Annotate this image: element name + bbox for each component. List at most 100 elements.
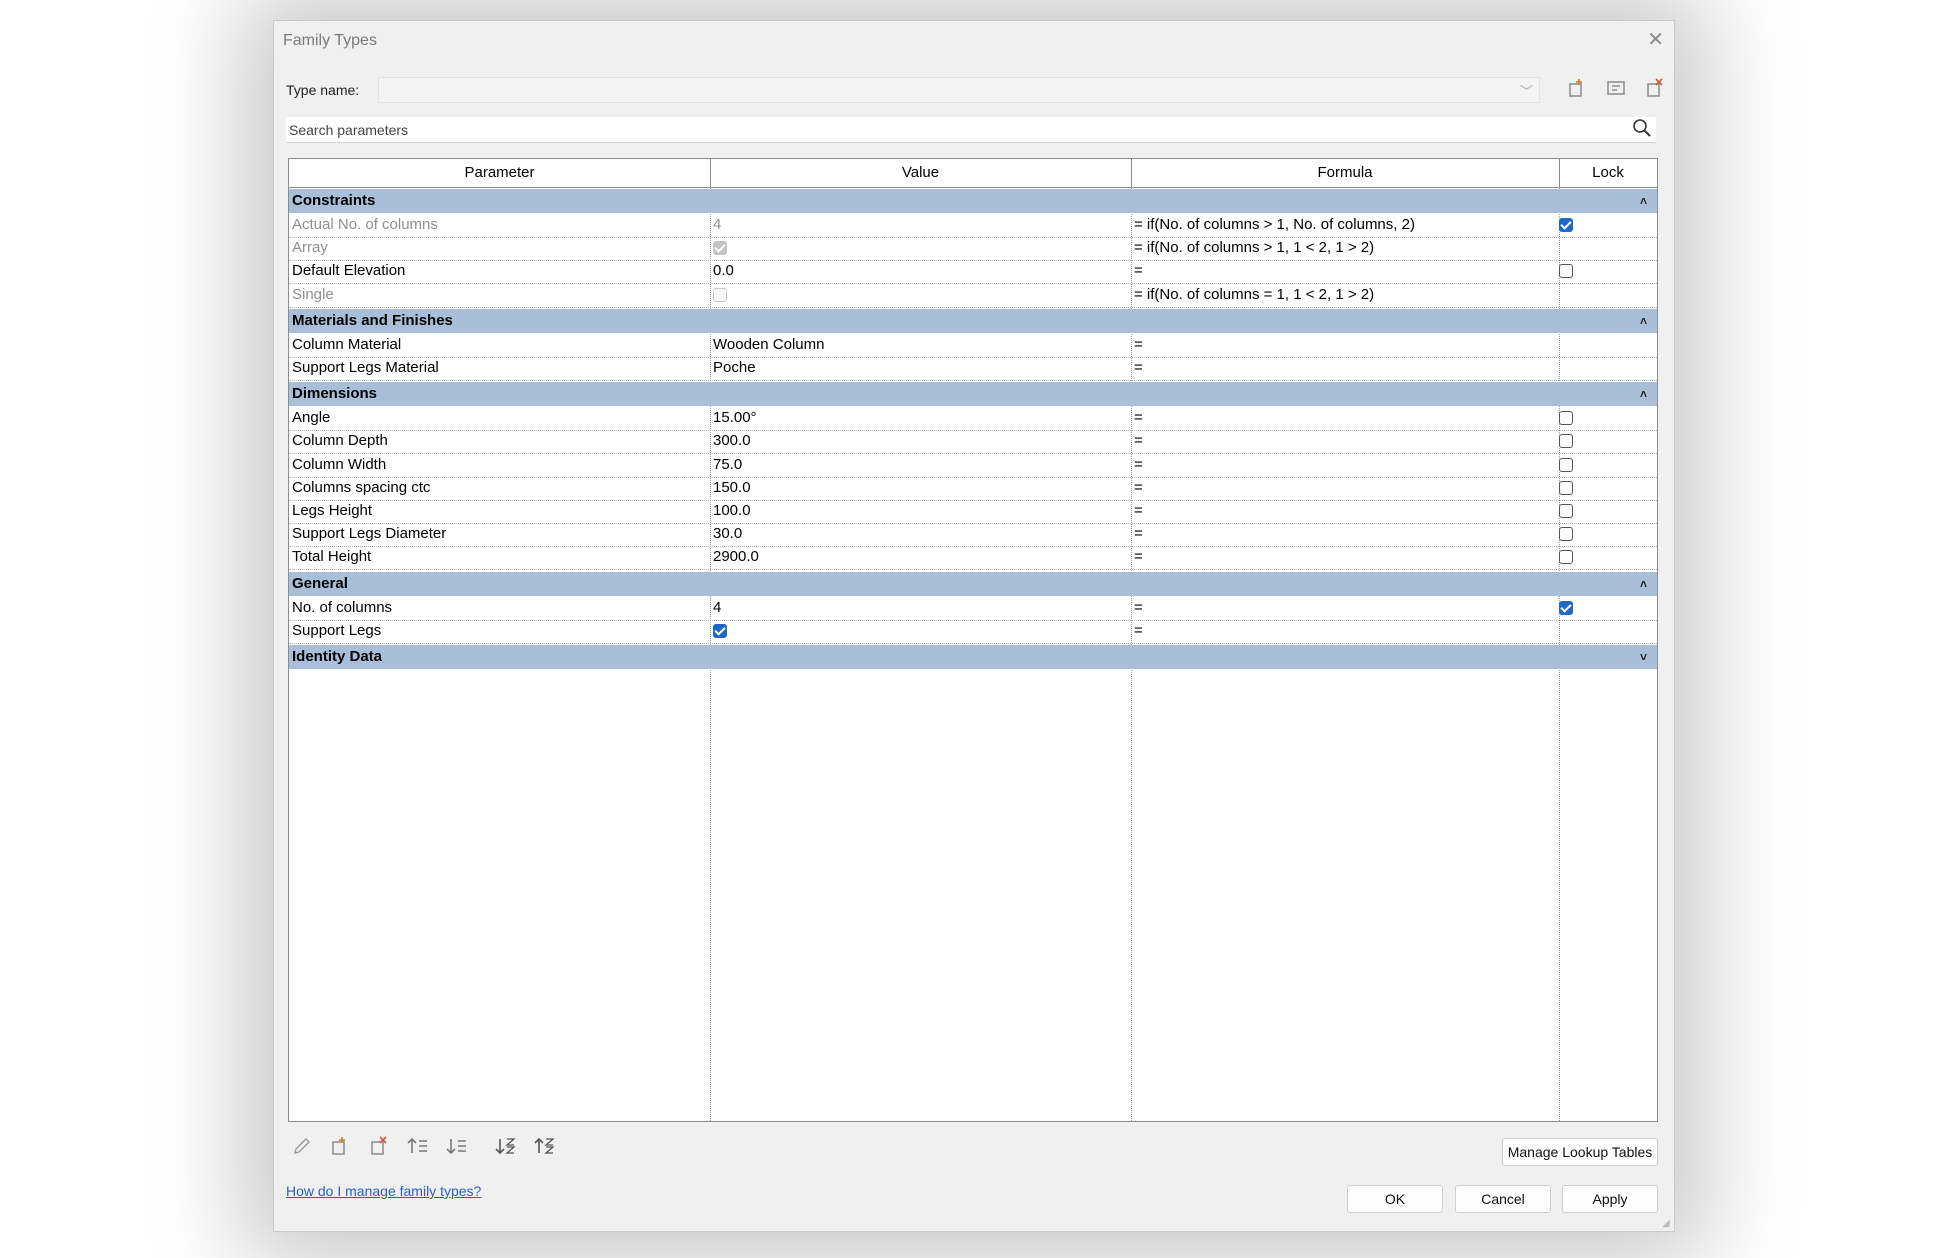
parameter-formula[interactable]: =	[1134, 334, 1554, 357]
search-parameters-field[interactable]	[286, 117, 1656, 143]
edit-pencil-icon[interactable]	[288, 1136, 316, 1164]
column-header-value[interactable]: Value	[710, 159, 1131, 187]
manage-lookup-tables-button[interactable]: Manage Lookup Tables	[1502, 1138, 1658, 1166]
parameter-row[interactable]: Columns spacing ctc 150.0 =	[289, 477, 1657, 501]
type-name-dropdown[interactable]: ﹀	[378, 77, 1540, 103]
parameter-value[interactable]: 150.0	[713, 477, 1128, 500]
parameter-row[interactable]: Legs Height 100.0 =	[289, 500, 1657, 524]
delete-parameter-icon[interactable]	[365, 1136, 393, 1164]
parameter-formula[interactable]: =	[1134, 357, 1554, 380]
parameter-row[interactable]: Array = if(No. of columns > 1, 1 < 2, 1 >…	[289, 237, 1657, 262]
group-header[interactable]: Identity Data ˅	[289, 645, 1657, 669]
parameter-value[interactable]: 100.0	[713, 500, 1128, 523]
parameter-row[interactable]: Support Legs Material Poche =	[289, 357, 1657, 381]
title-bar[interactable]: Family Types ✕	[274, 21, 1674, 61]
parameter-row[interactable]: Total Height 2900.0 =	[289, 546, 1657, 571]
column-header-lock[interactable]: Lock	[1559, 159, 1657, 187]
parameter-row[interactable]: Support Legs =	[289, 620, 1657, 644]
parameter-row[interactable]: Column Depth 300.0 =	[289, 430, 1657, 455]
parameter-name: Angle	[292, 409, 331, 427]
parameter-formula[interactable]: =	[1134, 477, 1554, 500]
parameter-value[interactable]: 2900.0	[713, 546, 1128, 569]
parameter-row[interactable]: Column Width 75.0 =	[289, 454, 1657, 478]
parameter-row[interactable]: Default Elevation 0.0 =	[289, 260, 1657, 285]
parameter-value[interactable]: Wooden Column	[713, 334, 1128, 357]
parameter-value[interactable]: 75.0	[713, 454, 1128, 477]
group-header[interactable]: General ˄	[289, 571, 1657, 596]
lock-checkbox[interactable]	[1559, 527, 1573, 542]
delete-type-icon[interactable]	[1642, 78, 1668, 102]
group-label: General	[292, 574, 348, 592]
lock-checkbox[interactable]	[1559, 434, 1573, 449]
move-up-icon[interactable]	[404, 1136, 432, 1164]
lock-cell	[1559, 334, 1639, 357]
lock-checkbox[interactable]	[1559, 218, 1573, 232]
apply-button[interactable]: Apply	[1562, 1185, 1658, 1213]
parameter-formula[interactable]: =	[1134, 546, 1554, 569]
ok-button[interactable]: OK	[1347, 1185, 1443, 1213]
cancel-button[interactable]: Cancel	[1455, 1185, 1551, 1213]
parameter-value[interactable]: 4	[713, 214, 1128, 237]
new-parameter-icon[interactable]	[326, 1136, 354, 1164]
search-icon[interactable]	[1632, 118, 1652, 142]
lock-checkbox[interactable]	[1559, 504, 1573, 518]
group-header[interactable]: Constraints ˄	[289, 189, 1657, 213]
group-header[interactable]: Dimensions ˄	[289, 382, 1657, 407]
parameter-formula[interactable]: =	[1134, 430, 1554, 453]
parameter-name: Columns spacing ctc	[292, 478, 431, 496]
parameter-row[interactable]: Support Legs Diameter 30.0 =	[289, 523, 1657, 548]
parameter-formula[interactable]: =	[1134, 620, 1554, 643]
expand-icon[interactable]: ˅	[1640, 645, 1647, 669]
parameter-formula[interactable]: =	[1134, 260, 1554, 283]
parameter-formula[interactable]: =	[1134, 523, 1554, 546]
group-header[interactable]: Materials and Finishes ˄	[289, 308, 1657, 333]
value-checkbox[interactable]	[713, 623, 727, 638]
search-input[interactable]	[286, 117, 1611, 143]
parameter-value[interactable]: 15.00°	[713, 407, 1128, 430]
value-checkbox-cell[interactable]	[713, 284, 1128, 307]
parameter-row[interactable]: No. of columns 4 =	[289, 597, 1657, 621]
lock-checkbox[interactable]	[1559, 264, 1573, 279]
column-header-parameter[interactable]: Parameter	[289, 159, 710, 187]
grid-header: Parameter Value Formula Lock	[289, 159, 1657, 188]
header-divider	[1131, 159, 1132, 187]
parameter-value[interactable]: 0.0	[713, 260, 1128, 283]
sort-ascending-icon[interactable]	[492, 1136, 520, 1164]
sort-descending-icon[interactable]	[531, 1136, 559, 1164]
lock-checkbox[interactable]	[1559, 480, 1573, 495]
parameter-formula[interactable]: =	[1134, 454, 1554, 477]
parameter-value[interactable]: 4	[713, 597, 1128, 620]
resize-grip-icon[interactable]: ◢	[1662, 1219, 1672, 1229]
value-checkbox-cell[interactable]	[713, 237, 1128, 260]
parameter-formula[interactable]: =	[1134, 500, 1554, 523]
collapse-icon[interactable]: ˄	[1640, 189, 1647, 213]
lock-checkbox[interactable]	[1559, 457, 1573, 472]
parameter-formula[interactable]: = if(No. of columns > 1, 1 < 2, 1 > 2)	[1134, 237, 1554, 260]
parameter-row[interactable]: Angle 15.00° =	[289, 407, 1657, 432]
collapse-icon[interactable]: ˄	[1640, 309, 1647, 333]
parameter-value[interactable]: Poche	[713, 357, 1128, 380]
parameter-value[interactable]: 30.0	[713, 523, 1128, 546]
collapse-icon[interactable]: ˄	[1640, 572, 1647, 596]
help-link[interactable]: How do I manage family types?	[286, 1183, 481, 1199]
parameter-row[interactable]: Column Material Wooden Column =	[289, 334, 1657, 358]
lock-cell	[1559, 237, 1639, 260]
new-type-icon[interactable]	[1564, 78, 1590, 102]
close-icon[interactable]: ✕	[1647, 27, 1664, 52]
column-header-formula[interactable]: Formula	[1131, 159, 1559, 187]
collapse-icon[interactable]: ˄	[1640, 382, 1647, 406]
lock-checkbox[interactable]	[1559, 600, 1573, 615]
parameter-value[interactable]: 300.0	[713, 430, 1128, 453]
parameter-formula[interactable]: = if(No. of columns > 1, No. of columns,…	[1134, 214, 1554, 237]
lock-cell	[1559, 620, 1639, 643]
parameter-formula[interactable]: =	[1134, 407, 1554, 430]
rename-type-icon[interactable]	[1603, 78, 1629, 102]
parameter-row[interactable]: Actual No. of columns 4 = if(No. of column…	[289, 214, 1657, 238]
parameter-formula[interactable]: = if(No. of columns = 1, 1 < 2, 1 > 2)	[1134, 284, 1554, 307]
parameter-row[interactable]: Single = if(No. of columns = 1, 1 < 2, 1 …	[289, 284, 1657, 308]
lock-checkbox[interactable]	[1559, 411, 1573, 426]
parameter-formula[interactable]: =	[1134, 597, 1554, 620]
lock-checkbox[interactable]	[1559, 550, 1573, 565]
value-checkbox-cell[interactable]	[713, 620, 1128, 643]
move-down-icon[interactable]	[443, 1136, 471, 1164]
